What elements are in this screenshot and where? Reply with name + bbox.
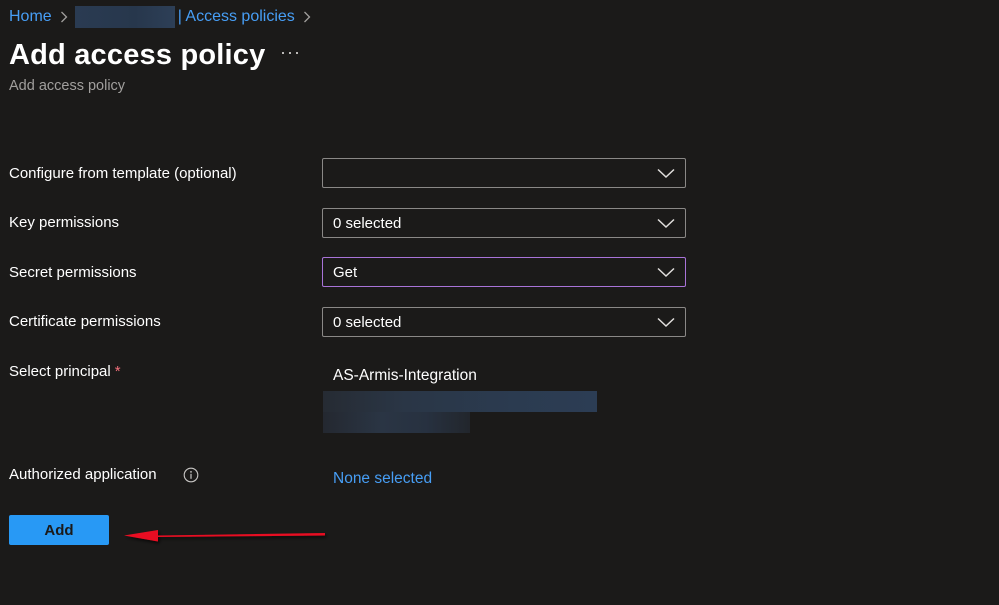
- authorized-application-link[interactable]: None selected: [333, 470, 432, 488]
- info-icon[interactable]: [183, 467, 199, 483]
- page-subtitle: Add access policy: [9, 78, 126, 94]
- breadcrumb-chevron-icon: [60, 11, 68, 23]
- secret-permissions-dropdown[interactable]: Get: [322, 257, 686, 287]
- required-indicator: *: [114, 363, 121, 380]
- certificate-permissions-dropdown[interactable]: 0 selected: [322, 307, 686, 337]
- template-dropdown[interactable]: [322, 158, 686, 188]
- principal-label: Select principal *: [9, 363, 121, 380]
- key-permissions-value: 0 selected: [333, 214, 402, 232]
- principal-label-text: Select principal: [9, 363, 111, 380]
- key-permissions-dropdown[interactable]: 0 selected: [322, 208, 686, 238]
- chevron-down-icon: [657, 317, 675, 328]
- page-title: Add access policy: [9, 39, 266, 71]
- more-icon[interactable]: ···: [280, 43, 300, 66]
- breadcrumb-access-policies[interactable]: | Access policies: [178, 8, 295, 26]
- chevron-down-icon: [657, 218, 675, 229]
- breadcrumb-chevron-icon: [303, 11, 311, 23]
- breadcrumb-home[interactable]: Home: [9, 8, 52, 26]
- authorized-application-label: Authorized application: [9, 466, 157, 483]
- redacted-vault-name: [74, 6, 175, 28]
- principal-name[interactable]: AS-Armis-Integration: [333, 367, 477, 385]
- secret-permissions-value: Get: [333, 263, 358, 281]
- template-label: Configure from template (optional): [9, 165, 237, 182]
- add-access-policy-page: Home | Access policies Add access policy…: [0, 0, 999, 605]
- annotation-arrow: [124, 530, 325, 542]
- chevron-down-icon: [657, 267, 675, 278]
- key-permissions-label: Key permissions: [9, 214, 120, 231]
- add-button[interactable]: Add: [9, 515, 109, 545]
- chevron-down-icon: [657, 168, 675, 179]
- breadcrumb: Home | Access policies: [9, 6, 318, 28]
- certificate-permissions-value: 0 selected: [333, 313, 402, 331]
- secret-permissions-label: Secret permissions: [9, 264, 137, 281]
- redacted-block: [323, 391, 597, 412]
- certificate-permissions-label: Certificate permissions: [9, 313, 161, 330]
- redacted-block: [323, 412, 470, 433]
